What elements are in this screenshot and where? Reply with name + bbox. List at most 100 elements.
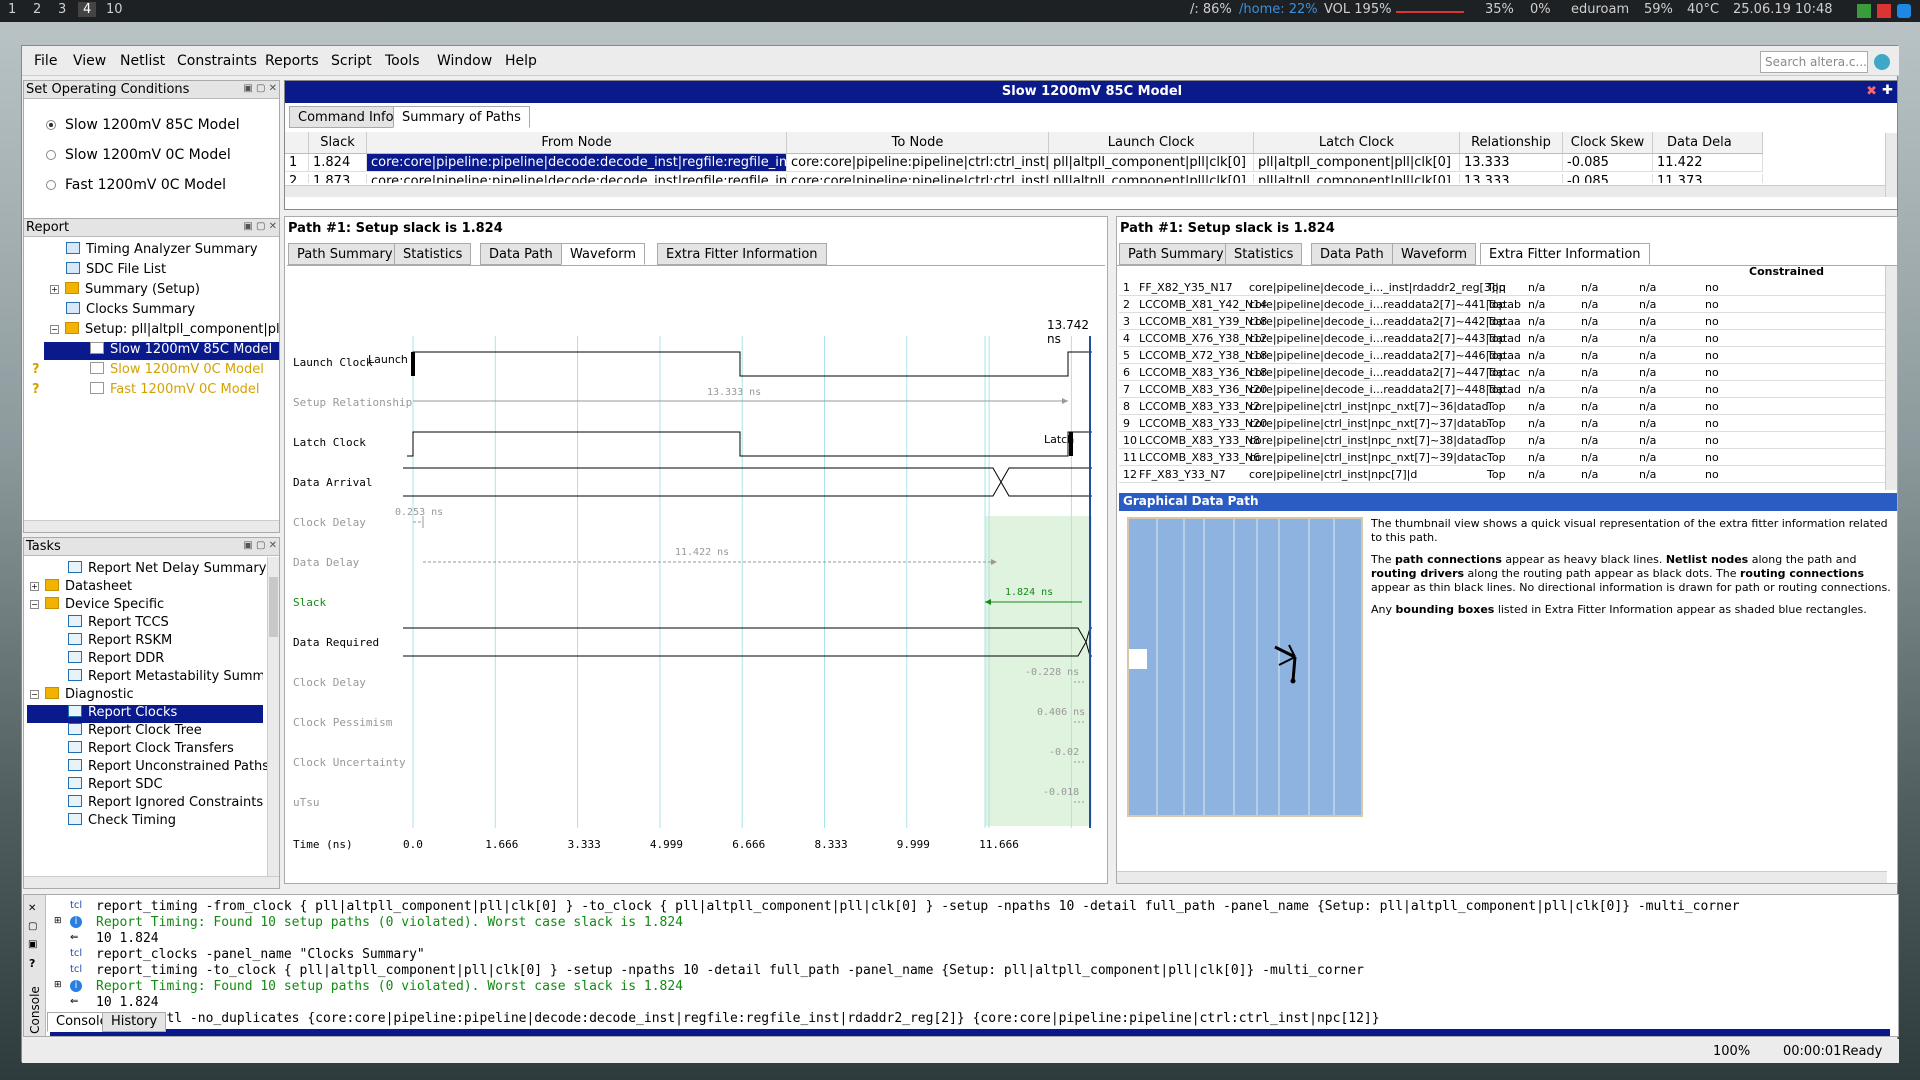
col-clock-skew[interactable]: Clock Skew xyxy=(1563,132,1653,154)
tab-statistics[interactable]: Statistics xyxy=(1225,243,1303,265)
menu-view[interactable]: View xyxy=(73,53,106,69)
waveform-canvas[interactable]: 13.742 ns Launch Clock Setup Relationshi… xyxy=(287,265,1105,883)
fitter-row[interactable]: 7 LCCOMB_X83_Y36_N20 core|pipeline|decode_… xyxy=(1119,381,1885,398)
vertical-scrollbar[interactable] xyxy=(1885,133,1897,197)
skype-icon[interactable] xyxy=(1897,4,1911,18)
workspace-4[interactable]: 4 xyxy=(78,2,97,17)
tab-path-summary[interactable]: Path Summary xyxy=(288,243,402,265)
task-report-ddr[interactable]: Report DDR xyxy=(68,651,164,669)
data-delay-cell[interactable]: 11.422 xyxy=(1653,154,1763,172)
to-node-cell[interactable]: core:core|pipeline:pipeline|ctrl:ctrl_in… xyxy=(787,174,1049,183)
horizontal-scrollbar[interactable] xyxy=(285,185,1885,197)
fitter-row[interactable]: 4 LCCOMB_X76_Y38_N12 core|pipeline|decode_… xyxy=(1119,330,1885,347)
from-node-cell[interactable]: core:core|pipeline:pipeline|decode:decod… xyxy=(367,154,787,172)
pin-icon[interactable]: ▣ xyxy=(28,939,37,950)
vertical-scrollbar[interactable] xyxy=(267,557,279,877)
tab-waveform[interactable]: Waveform xyxy=(561,243,645,265)
workspace-3[interactable]: 3 xyxy=(58,2,66,17)
col-launch-clock[interactable]: Launch Clock xyxy=(1049,132,1254,154)
fabric-thumbnail[interactable] xyxy=(1127,517,1363,817)
tab-summary-of-paths[interactable]: Summary of Paths xyxy=(393,106,530,128)
workspace-1[interactable]: 1 xyxy=(8,2,16,17)
col-latch-clock[interactable]: Latch Clock xyxy=(1254,132,1460,154)
collapse-icon[interactable]: − xyxy=(50,325,59,334)
float-icon[interactable]: ▢ xyxy=(28,921,37,932)
menu-constraints[interactable]: Constraints xyxy=(177,53,257,69)
globe-icon[interactable] xyxy=(1874,54,1890,70)
expand-icon[interactable]: ⊞ xyxy=(54,980,62,990)
tab-statistics[interactable]: Statistics xyxy=(394,243,472,265)
task-report-clocks[interactable]: Report Clocks xyxy=(27,705,263,723)
task-unconstrained-paths[interactable]: Report Unconstrained Paths xyxy=(68,759,269,777)
expand-icon[interactable]: + xyxy=(50,285,59,294)
menu-window[interactable]: Window xyxy=(437,53,492,69)
latch-clock-cell[interactable]: pll|altpll_component|pll|clk[0] xyxy=(1254,154,1460,172)
horizontal-scrollbar[interactable] xyxy=(1117,871,1887,883)
panel-buttons[interactable]: ▣ ▢ ✕ xyxy=(243,221,277,232)
panel-buttons[interactable]: ▣ ▢ ✕ xyxy=(243,83,277,94)
radio-slow-85c[interactable]: Slow 1200mV 85C Model xyxy=(46,117,240,133)
col-slack[interactable]: Slack xyxy=(309,132,367,154)
fitter-row[interactable]: 12 FF_X83_Y33_N7 core|pipeline|ctrl_inst|n… xyxy=(1119,466,1885,483)
clock-skew-cell[interactable]: -0.085 xyxy=(1563,154,1653,172)
task-clock-transfers[interactable]: Report Clock Transfers xyxy=(68,741,234,759)
tab-history[interactable]: History xyxy=(102,1012,167,1032)
col-data-delay[interactable]: Data Dela xyxy=(1653,132,1763,154)
maximize-icon[interactable]: ✚ xyxy=(1882,83,1893,98)
fitter-row[interactable]: 8 LCCOMB_X83_Y33_N2 core|pipeline|ctrl_ins… xyxy=(1119,398,1885,415)
data-delay-cell[interactable]: 11.373 xyxy=(1653,174,1763,183)
task-metastability[interactable]: Report Metastability Summa xyxy=(68,669,263,687)
console-input[interactable] xyxy=(50,1029,1890,1036)
tab-extra-fitter[interactable]: Extra Fitter Information xyxy=(1480,243,1650,265)
menu-file[interactable]: File xyxy=(34,53,57,69)
tree-clocks-summary[interactable]: Clocks Summary xyxy=(66,302,195,320)
tree-fast-0c[interactable]: Fast 1200mV 0C Model xyxy=(90,382,260,400)
slack-cell[interactable]: 1.824 xyxy=(309,154,367,172)
tab-data-path[interactable]: Data Path xyxy=(480,243,562,265)
clock-skew-cell[interactable]: -0.085 xyxy=(1563,174,1653,183)
horizontal-scrollbar[interactable] xyxy=(24,520,279,532)
tree-setup-folder[interactable]: − Setup: pll|altpll_component|pll xyxy=(50,322,279,340)
relationship-cell[interactable]: 13.333 xyxy=(1460,154,1563,172)
collapse-icon[interactable]: − xyxy=(30,600,39,609)
fitter-row[interactable]: 10 LCCOMB_X83_Y33_N8 core|pipeline|ctrl_in… xyxy=(1119,432,1885,449)
fitter-row[interactable]: 9 LCCOMB_X83_Y33_N20 core|pipeline|ctrl_in… xyxy=(1119,415,1885,432)
tab-waveform[interactable]: Waveform xyxy=(1392,243,1476,265)
help-icon[interactable]: ? xyxy=(29,957,35,970)
workspace-10[interactable]: 10 xyxy=(106,2,123,17)
panel-buttons[interactable]: ▣ ▢ ✕ xyxy=(243,540,277,551)
expand-icon[interactable]: ⊞ xyxy=(54,916,62,926)
menu-tools[interactable]: Tools xyxy=(385,53,420,69)
task-check-timing[interactable]: Check Timing xyxy=(68,813,176,831)
col-from-node[interactable]: From Node xyxy=(367,132,787,154)
close-icon[interactable]: ✕ xyxy=(28,903,36,914)
col-relationship[interactable]: Relationship xyxy=(1460,132,1563,154)
from-node-cell[interactable]: core:core|pipeline:pipeline|decode:decod… xyxy=(367,174,787,183)
menu-help[interactable]: Help xyxy=(505,53,537,69)
tree-timing-analyzer-summary[interactable]: Timing Analyzer Summary xyxy=(66,242,258,260)
collapse-icon[interactable]: − xyxy=(30,690,39,699)
menu-reports[interactable]: Reports xyxy=(265,53,319,69)
fitter-row[interactable]: 5 LCCOMB_X72_Y38_N18 core|pipeline|decode_… xyxy=(1119,347,1885,364)
task-report-sdc[interactable]: Report SDC xyxy=(68,777,163,795)
vertical-scrollbar[interactable] xyxy=(1885,266,1897,490)
close-icon[interactable]: ✖ xyxy=(1866,84,1877,99)
slack-cell[interactable]: 1.873 xyxy=(309,174,367,183)
fitter-row[interactable]: 3 LCCOMB_X81_Y39_N18 core|pipeline|decode_… xyxy=(1119,313,1885,330)
search-input[interactable]: Search altera.c... xyxy=(1760,51,1868,73)
task-device-specific[interactable]: − Device Specific xyxy=(30,597,164,615)
fitter-row[interactable]: 6 LCCOMB_X83_Y36_N18 core|pipeline|decode_… xyxy=(1119,364,1885,381)
horizontal-scrollbar[interactable] xyxy=(24,876,279,888)
tray-icon[interactable] xyxy=(1857,4,1871,18)
to-node-cell[interactable]: core:core|pipeline:pipeline|ctrl:ctrl_in… xyxy=(787,154,1049,172)
menu-script[interactable]: Script xyxy=(331,53,372,69)
workspace-2[interactable]: 2 xyxy=(33,2,41,17)
tree-summary-setup[interactable]: + Summary (Setup) xyxy=(50,282,200,300)
tab-extra-fitter[interactable]: Extra Fitter Information xyxy=(657,243,827,265)
relationship-cell[interactable]: 13.333 xyxy=(1460,174,1563,183)
mail-icon[interactable] xyxy=(1877,4,1891,18)
task-report-tccs[interactable]: Report TCCS xyxy=(68,615,169,633)
task-report-rskm[interactable]: Report RSKM xyxy=(68,633,172,651)
tree-slow-85c[interactable]: Slow 1200mV 85C Model xyxy=(44,342,279,360)
fitter-row[interactable]: 11 LCCOMB_X83_Y33_N6 core|pipeline|ctrl_in… xyxy=(1119,449,1885,466)
